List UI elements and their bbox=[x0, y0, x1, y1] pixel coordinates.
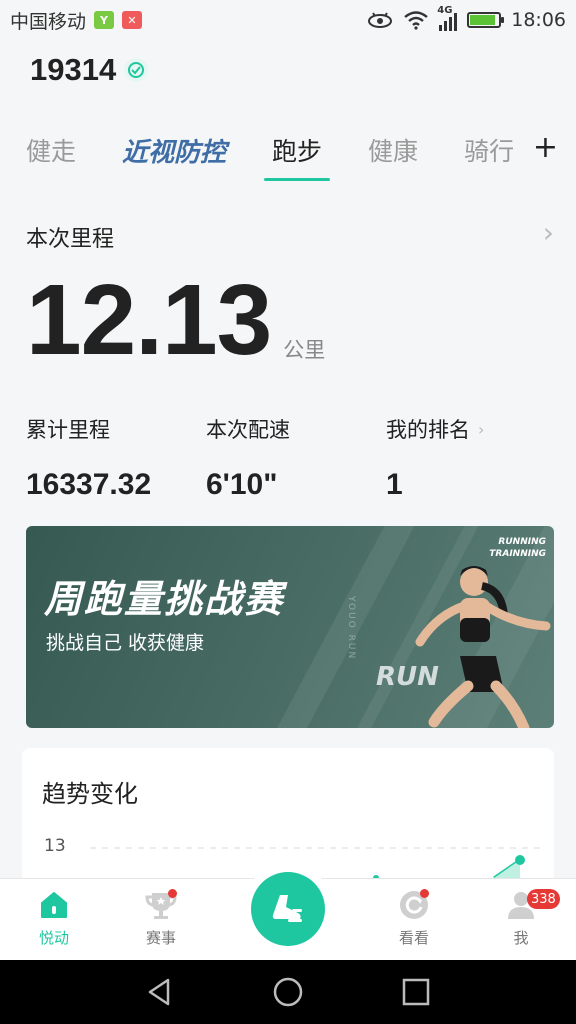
challenge-banner[interactable]: 周跑量挑战赛 挑战自己 收获健康 RUNNING TRAINNING YOUO … bbox=[26, 526, 554, 728]
notification-dot bbox=[168, 889, 177, 898]
chevron-right-icon[interactable]: › bbox=[543, 216, 554, 249]
tab-myopia-control[interactable]: 近视防控 bbox=[122, 123, 226, 177]
trend-y-label: 13 bbox=[44, 836, 66, 856]
app-notification-icon: Y bbox=[94, 11, 115, 29]
stat-ranking[interactable]: 我的排名 › 1 bbox=[386, 414, 566, 502]
banner-subtitle: 挑战自己 收获健康 bbox=[46, 632, 205, 654]
stat-value: 16337.32 bbox=[26, 468, 152, 501]
home-icon bbox=[41, 892, 67, 918]
banner-run-text: RUN bbox=[376, 662, 439, 692]
carrier-name: 中国移动 bbox=[10, 10, 87, 33]
home-circle-icon[interactable] bbox=[272, 976, 304, 1008]
distance-display[interactable]: 12.13 公里 bbox=[26, 270, 325, 370]
battery-icon bbox=[467, 12, 505, 28]
profile-header: 19314 bbox=[30, 52, 149, 88]
wifi-icon bbox=[404, 11, 428, 30]
nav-label: 赛事 bbox=[145, 929, 176, 947]
notification-dot bbox=[420, 889, 429, 898]
running-shoe-icon bbox=[272, 895, 302, 922]
stat-label-row: 我的排名 › bbox=[386, 414, 566, 444]
banner-title: 周跑量挑战赛 bbox=[44, 577, 285, 621]
runner-illustration bbox=[415, 566, 551, 728]
add-tab-button[interactable]: + bbox=[533, 130, 558, 165]
eye-icon bbox=[368, 12, 393, 28]
nav-discover[interactable]: 看看 bbox=[374, 889, 454, 948]
tab-running[interactable]: 跑步 bbox=[264, 123, 331, 181]
verified-badge-icon[interactable] bbox=[124, 58, 149, 82]
stat-label: 累计里程 bbox=[26, 418, 110, 442]
distance-unit: 公里 bbox=[283, 338, 326, 362]
status-bar: 中国移动 Y ✕ 4G 18:06 bbox=[0, 0, 576, 40]
stat-label: 我的排名 bbox=[386, 418, 470, 442]
app-notification-icon: ✕ bbox=[122, 11, 143, 29]
chevron-right-icon: › bbox=[478, 419, 485, 439]
start-run-button[interactable] bbox=[251, 872, 325, 946]
distance-label: 本次里程 bbox=[26, 227, 115, 252]
nav-events[interactable]: 赛事 bbox=[121, 889, 201, 948]
nav-label: 我 bbox=[513, 929, 529, 947]
recents-icon[interactable] bbox=[400, 976, 432, 1008]
network-type: 4G bbox=[437, 5, 453, 16]
nav-label: 看看 bbox=[398, 929, 429, 947]
battery-fill bbox=[470, 15, 496, 25]
signal-icon: 4G bbox=[437, 5, 458, 31]
stat-value: 6'10" bbox=[206, 468, 278, 501]
stat-label: 本次配速 bbox=[206, 418, 290, 442]
stat-total-distance: 累计里程 16337.32 bbox=[26, 414, 206, 502]
stats-row: 累计里程 16337.32 本次配速 6'10" 我的排名 › 1 bbox=[26, 414, 566, 502]
distance-value: 12.13 bbox=[26, 264, 272, 376]
system-nav-bar bbox=[0, 960, 576, 1024]
clock: 18:06 bbox=[511, 9, 566, 31]
nav-me[interactable]: 338 我 bbox=[481, 889, 561, 948]
tab-walking[interactable]: 健走 bbox=[26, 123, 76, 177]
unread-count-badge: 338 bbox=[527, 889, 560, 909]
tab-health[interactable]: 健康 bbox=[368, 123, 418, 177]
trend-title: 趋势变化 bbox=[42, 780, 138, 808]
nav-label: 悦动 bbox=[38, 929, 69, 947]
nav-home[interactable]: 悦动 bbox=[14, 889, 94, 948]
back-icon[interactable] bbox=[144, 976, 176, 1008]
user-id: 19314 bbox=[30, 52, 117, 87]
stat-pace: 本次配速 6'10" bbox=[206, 414, 386, 502]
category-tabs: 健走 近视防控 跑步 健康 骑行 bbox=[0, 118, 576, 182]
tab-cycling[interactable]: 骑行 bbox=[464, 123, 514, 177]
stat-value: 1 bbox=[386, 468, 403, 501]
banner-vertical-text: YOUO RUN bbox=[346, 596, 356, 661]
